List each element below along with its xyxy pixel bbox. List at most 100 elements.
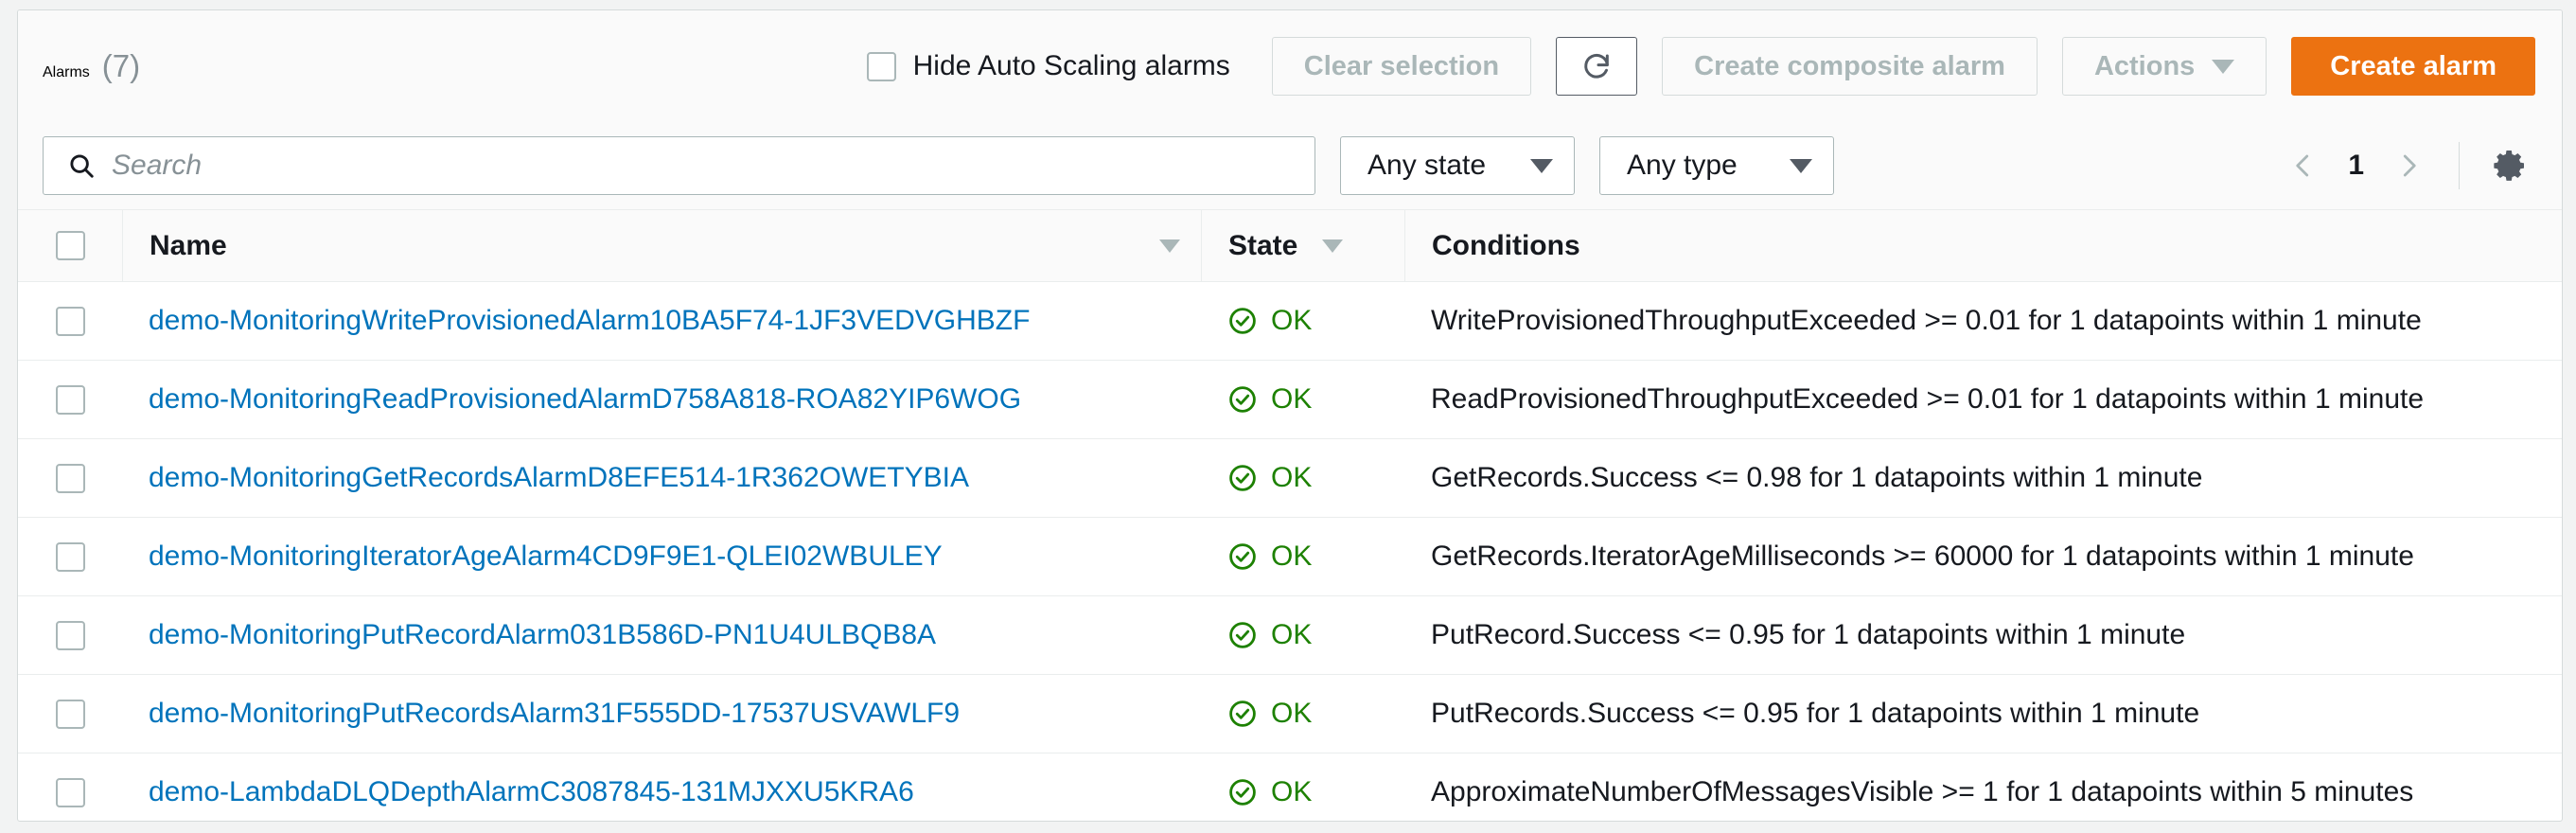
alarm-name-link[interactable]: demo-MonitoringReadProvisionedAlarmD758A… (149, 383, 1021, 416)
row-checkbox[interactable] (55, 463, 85, 493)
row-select-cell (18, 674, 122, 753)
alarms-table: Name State Conditions demo-MonitoringWri… (18, 209, 2562, 822)
alarm-name-link[interactable]: demo-MonitoringIteratorAgeAlarm4CD9F9E1-… (149, 541, 943, 573)
alarm-conditions-cell: ApproximateNumberOfMessagesVisible >= 1 … (1404, 753, 2562, 822)
create-composite-alarm-button[interactable]: Create composite alarm (1662, 37, 2038, 96)
row-checkbox[interactable] (55, 699, 85, 729)
alarm-conditions-text: PutRecords.Success <= 0.95 for 1 datapoi… (1431, 698, 2200, 729)
row-checkbox[interactable] (55, 384, 85, 415)
alarm-name-link[interactable]: demo-MonitoringWriteProvisionedAlarm10BA… (149, 305, 1030, 337)
table-row: demo-LambdaDLQDepthAlarmC3087845-131MJXX… (18, 753, 2562, 822)
status-ok-icon (1229, 465, 1256, 491)
hide-autoscaling-alarms-label: Hide Auto Scaling alarms (912, 50, 1230, 81)
column-header-conditions: Conditions (1404, 209, 2562, 282)
alarm-conditions-cell: PutRecord.Success <= 0.95 for 1 datapoin… (1404, 595, 2562, 675)
type-filter-dropdown[interactable]: Any type (1599, 136, 1834, 195)
status-ok-icon (1229, 386, 1256, 413)
next-page-button[interactable] (2379, 136, 2438, 195)
table-header: Name State Conditions (18, 209, 2562, 282)
row-select-cell (18, 753, 122, 822)
create-composite-alarm-label: Create composite alarm (1694, 50, 2005, 81)
search-input[interactable] (43, 136, 1315, 195)
column-header-name[interactable]: Name (122, 209, 1201, 282)
row-select-cell (18, 360, 122, 439)
pagination-divider (2459, 142, 2460, 189)
alarm-name-cell: demo-MonitoringReadProvisionedAlarmD758A… (122, 360, 1201, 439)
column-header-state-label: State (1228, 229, 1298, 261)
alarm-name-link[interactable]: demo-LambdaDLQDepthAlarmC3087845-131MJXX… (149, 776, 914, 808)
alarm-conditions-text: WriteProvisionedThroughputExceeded >= 0.… (1431, 305, 2422, 336)
status-badge: OK (1271, 305, 1313, 336)
status-badge: OK (1271, 541, 1313, 572)
row-select-cell (18, 517, 122, 596)
row-checkbox[interactable] (55, 777, 85, 807)
chevron-down-icon (1790, 158, 1812, 173)
chevron-down-icon (1530, 158, 1553, 173)
state-filter-value: Any state (1367, 150, 1487, 181)
alarm-name-link[interactable]: demo-MonitoringPutRecordsAlarm31F555DD-1… (149, 698, 960, 730)
refresh-button[interactable] (1556, 37, 1638, 96)
refresh-icon (1584, 53, 1609, 79)
select-all-checkbox[interactable] (55, 231, 85, 260)
alarm-conditions-text: ApproximateNumberOfMessagesVisible >= 1 … (1431, 776, 2414, 808)
row-checkbox[interactable] (55, 541, 85, 572)
chevron-right-icon (2403, 154, 2416, 177)
row-checkbox[interactable] (55, 620, 85, 650)
alarm-name-cell: demo-MonitoringPutRecordAlarm031B586D-PN… (122, 595, 1201, 675)
alarm-name-cell: demo-MonitoringGetRecordsAlarmD8EFE514-1… (122, 438, 1201, 518)
alarm-name-cell: demo-MonitoringPutRecordsAlarm31F555DD-1… (122, 674, 1201, 753)
status-ok-icon (1229, 700, 1256, 727)
table-row: demo-MonitoringPutRecordAlarm031B586D-PN… (18, 595, 2562, 675)
status-ok-icon (1229, 543, 1256, 570)
header-actions: Hide Auto Scaling alarms Clear selection… (866, 37, 2535, 96)
status-badge: OK (1271, 383, 1313, 415)
alarm-state-cell: OK (1201, 753, 1404, 822)
alarm-conditions-cell: ReadProvisionedThroughputExceeded >= 0.0… (1404, 360, 2562, 439)
hide-autoscaling-alarms-checkbox[interactable] (866, 51, 896, 81)
alarm-state-cell: OK (1201, 674, 1404, 753)
table-row: demo-MonitoringReadProvisionedAlarmD758A… (18, 360, 2562, 439)
alarm-state-cell: OK (1201, 438, 1404, 518)
table-row: demo-MonitoringIteratorAgeAlarm4CD9F9E1-… (18, 517, 2562, 596)
page-title: Alarms (7) (43, 48, 140, 84)
search-field (43, 136, 1315, 195)
actions-dropdown-button[interactable]: Actions (2061, 37, 2267, 96)
previous-page-button[interactable] (2274, 136, 2333, 195)
clear-selection-button[interactable]: Clear selection (1271, 37, 1532, 96)
actions-label: Actions (2093, 50, 2196, 81)
status-ok-icon (1229, 308, 1256, 334)
alarm-count: (7) (101, 48, 141, 83)
status-badge: OK (1271, 462, 1313, 493)
alarm-conditions-text: GetRecords.IteratorAgeMilliseconds >= 60… (1431, 541, 2414, 572)
state-filter-dropdown[interactable]: Any state (1340, 136, 1575, 195)
row-select-cell (18, 281, 122, 361)
sort-descending-icon (1159, 239, 1180, 253)
alarm-state-cell: OK (1201, 595, 1404, 675)
panel-header: Alarms (7) Hide Auto Scaling alarms Clea… (18, 10, 2562, 122)
table-row: demo-MonitoringPutRecordsAlarm31F555DD-1… (18, 674, 2562, 753)
table-row: demo-MonitoringWriteProvisionedAlarm10BA… (18, 281, 2562, 361)
sort-descending-icon (1322, 239, 1344, 253)
pagination: 1 (2274, 136, 2535, 195)
alarm-conditions-cell: GetRecords.Success <= 0.98 for 1 datapoi… (1404, 438, 2562, 518)
alarm-name-link[interactable]: demo-MonitoringPutRecordAlarm031B586D-PN… (149, 619, 936, 651)
alarm-state-cell: OK (1201, 360, 1404, 439)
column-header-state[interactable]: State (1201, 209, 1404, 282)
alarm-name-link[interactable]: demo-MonitoringGetRecordsAlarmD8EFE514-1… (149, 462, 969, 494)
row-checkbox[interactable] (55, 306, 85, 336)
page-title-text: Alarms (43, 64, 90, 80)
table-header-row: Name State Conditions (18, 209, 2562, 282)
row-select-cell (18, 438, 122, 518)
alarm-name-cell: demo-LambdaDLQDepthAlarmC3087845-131MJXX… (122, 753, 1201, 822)
alarm-conditions-cell: WriteProvisionedThroughputExceeded >= 0.… (1404, 281, 2562, 361)
chevron-left-icon (2296, 154, 2309, 177)
table-settings-button[interactable] (2484, 140, 2535, 191)
status-ok-icon (1229, 779, 1256, 806)
hide-autoscaling-alarms-checkbox-field[interactable]: Hide Auto Scaling alarms (866, 50, 1230, 82)
select-all-header (18, 209, 122, 282)
status-badge: OK (1271, 776, 1313, 808)
column-header-name-label: Name (150, 229, 227, 261)
alarm-conditions-text: PutRecord.Success <= 0.95 for 1 datapoin… (1431, 619, 2186, 650)
page-number[interactable]: 1 (2333, 150, 2379, 182)
create-alarm-button[interactable]: Create alarm (2291, 37, 2535, 96)
